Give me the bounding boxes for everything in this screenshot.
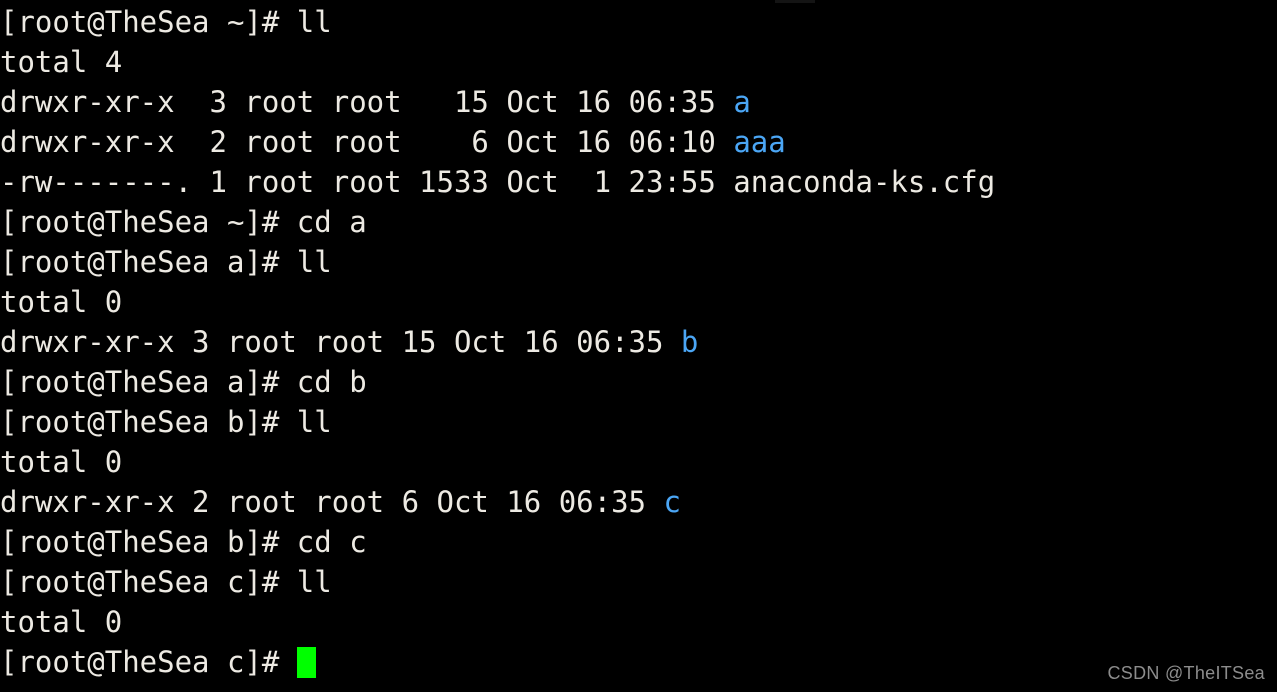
terminal-text: total 0 — [0, 605, 123, 639]
terminal-line: total 0 — [0, 282, 1277, 322]
terminal-text: [root@TheSea b]# cd c — [0, 525, 367, 559]
terminal-line: drwxr-xr-x 2 root root 6 Oct 16 06:35 c — [0, 482, 1277, 522]
terminal-text: total 0 — [0, 285, 123, 319]
terminal-line: drwxr-xr-x 2 root root 6 Oct 16 06:10 aa… — [0, 122, 1277, 162]
terminal-line: [root@TheSea c]# — [0, 642, 1277, 682]
terminal-text: drwxr-xr-x 2 root root 6 Oct 16 06:35 — [0, 485, 664, 519]
terminal-line: total 0 — [0, 602, 1277, 642]
terminal-text: drwxr-xr-x 3 root root 15 Oct 16 06:35 — [0, 325, 681, 359]
directory-name: a — [733, 85, 751, 119]
terminal-text: [root@TheSea c]# ll — [0, 565, 332, 599]
terminal-line: [root@TheSea b]# cd c — [0, 522, 1277, 562]
terminal-text: [root@TheSea ~]# ll — [0, 5, 332, 39]
text-cursor — [296, 647, 317, 678]
terminal-line: total 0 — [0, 442, 1277, 482]
terminal-text: drwxr-xr-x 2 root root 6 Oct 16 06:10 — [0, 125, 734, 159]
terminal-text: [root@TheSea c]# — [0, 645, 297, 679]
terminal-text: drwxr-xr-x 3 root root 15 Oct 16 06:35 — [0, 85, 734, 119]
terminal-text: [root@TheSea a]# ll — [0, 245, 332, 279]
terminal-window[interactable]: [root@TheSea ~]# ll total 4 drwxr-xr-x 3 r… — [0, 0, 1277, 692]
terminal-text: total 4 — [0, 45, 123, 79]
directory-name: aaa — [733, 125, 786, 159]
csdn-watermark: CSDN @TheITSea — [1107, 663, 1265, 683]
terminal-line: drwxr-xr-x 3 root root 15 Oct 16 06:35 a — [0, 82, 1277, 122]
terminal-line: -rw-------. 1 root root 1533 Oct 1 23:55… — [0, 162, 1277, 202]
terminal-line: [root@TheSea b]# ll — [0, 402, 1277, 442]
terminal-line: total 4 — [0, 42, 1277, 82]
terminal-text: total 0 — [0, 445, 123, 479]
terminal-text: [root@TheSea ~]# cd a — [0, 205, 367, 239]
terminal-line: [root@TheSea c]# ll — [0, 562, 1277, 602]
terminal-screen[interactable]: [root@TheSea ~]# ll total 4 drwxr-xr-x 3 r… — [0, 2, 1277, 682]
terminal-text: [root@TheSea a]# cd b — [0, 365, 367, 399]
terminal-line: [root@TheSea ~]# cd a — [0, 202, 1277, 242]
directory-name: c — [663, 485, 681, 519]
terminal-line: drwxr-xr-x 3 root root 15 Oct 16 06:35 b — [0, 322, 1277, 362]
directory-name: b — [680, 325, 699, 359]
terminal-line: [root@TheSea ~]# ll — [0, 2, 1277, 42]
terminal-text: -rw-------. 1 root root 1533 Oct 1 23:55… — [0, 165, 996, 199]
terminal-line: [root@TheSea a]# ll — [0, 242, 1277, 282]
terminal-line: [root@TheSea a]# cd b — [0, 362, 1277, 402]
terminal-text: [root@TheSea b]# ll — [0, 405, 332, 439]
